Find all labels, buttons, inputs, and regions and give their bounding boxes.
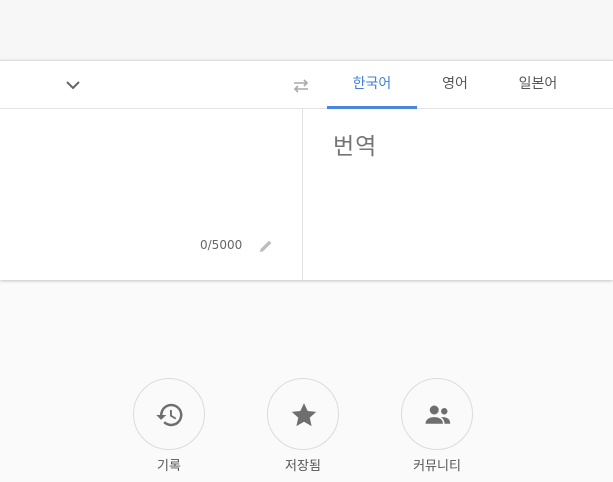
saved-button[interactable]	[267, 378, 339, 450]
saved-label: 저장됨	[285, 459, 321, 474]
star-icon	[291, 403, 317, 427]
pencil-icon[interactable]	[258, 238, 274, 254]
tab-japanese[interactable]: 일본어	[493, 61, 583, 108]
chevron-down-icon[interactable]	[64, 76, 82, 94]
translate-card: 한국어 영어 일본어 0/5000 번역	[0, 60, 613, 280]
tab-korean[interactable]: 한국어	[327, 61, 417, 109]
history-icon	[156, 403, 183, 427]
panel-divider	[302, 109, 303, 280]
community-icon	[425, 405, 451, 424]
char-count: 0/5000	[200, 238, 243, 252]
source-text-area[interactable]	[0, 109, 302, 280]
community-label: 커뮤니티	[413, 459, 461, 474]
top-band	[0, 0, 613, 60]
history-button[interactable]	[133, 378, 205, 450]
language-bar: 한국어 영어 일본어	[0, 61, 613, 109]
translation-output: 번역	[333, 134, 378, 160]
history-label: 기록	[157, 459, 181, 474]
tab-english[interactable]: 영어	[417, 61, 493, 108]
swap-languages-icon[interactable]	[290, 75, 312, 97]
community-button[interactable]	[401, 378, 473, 450]
